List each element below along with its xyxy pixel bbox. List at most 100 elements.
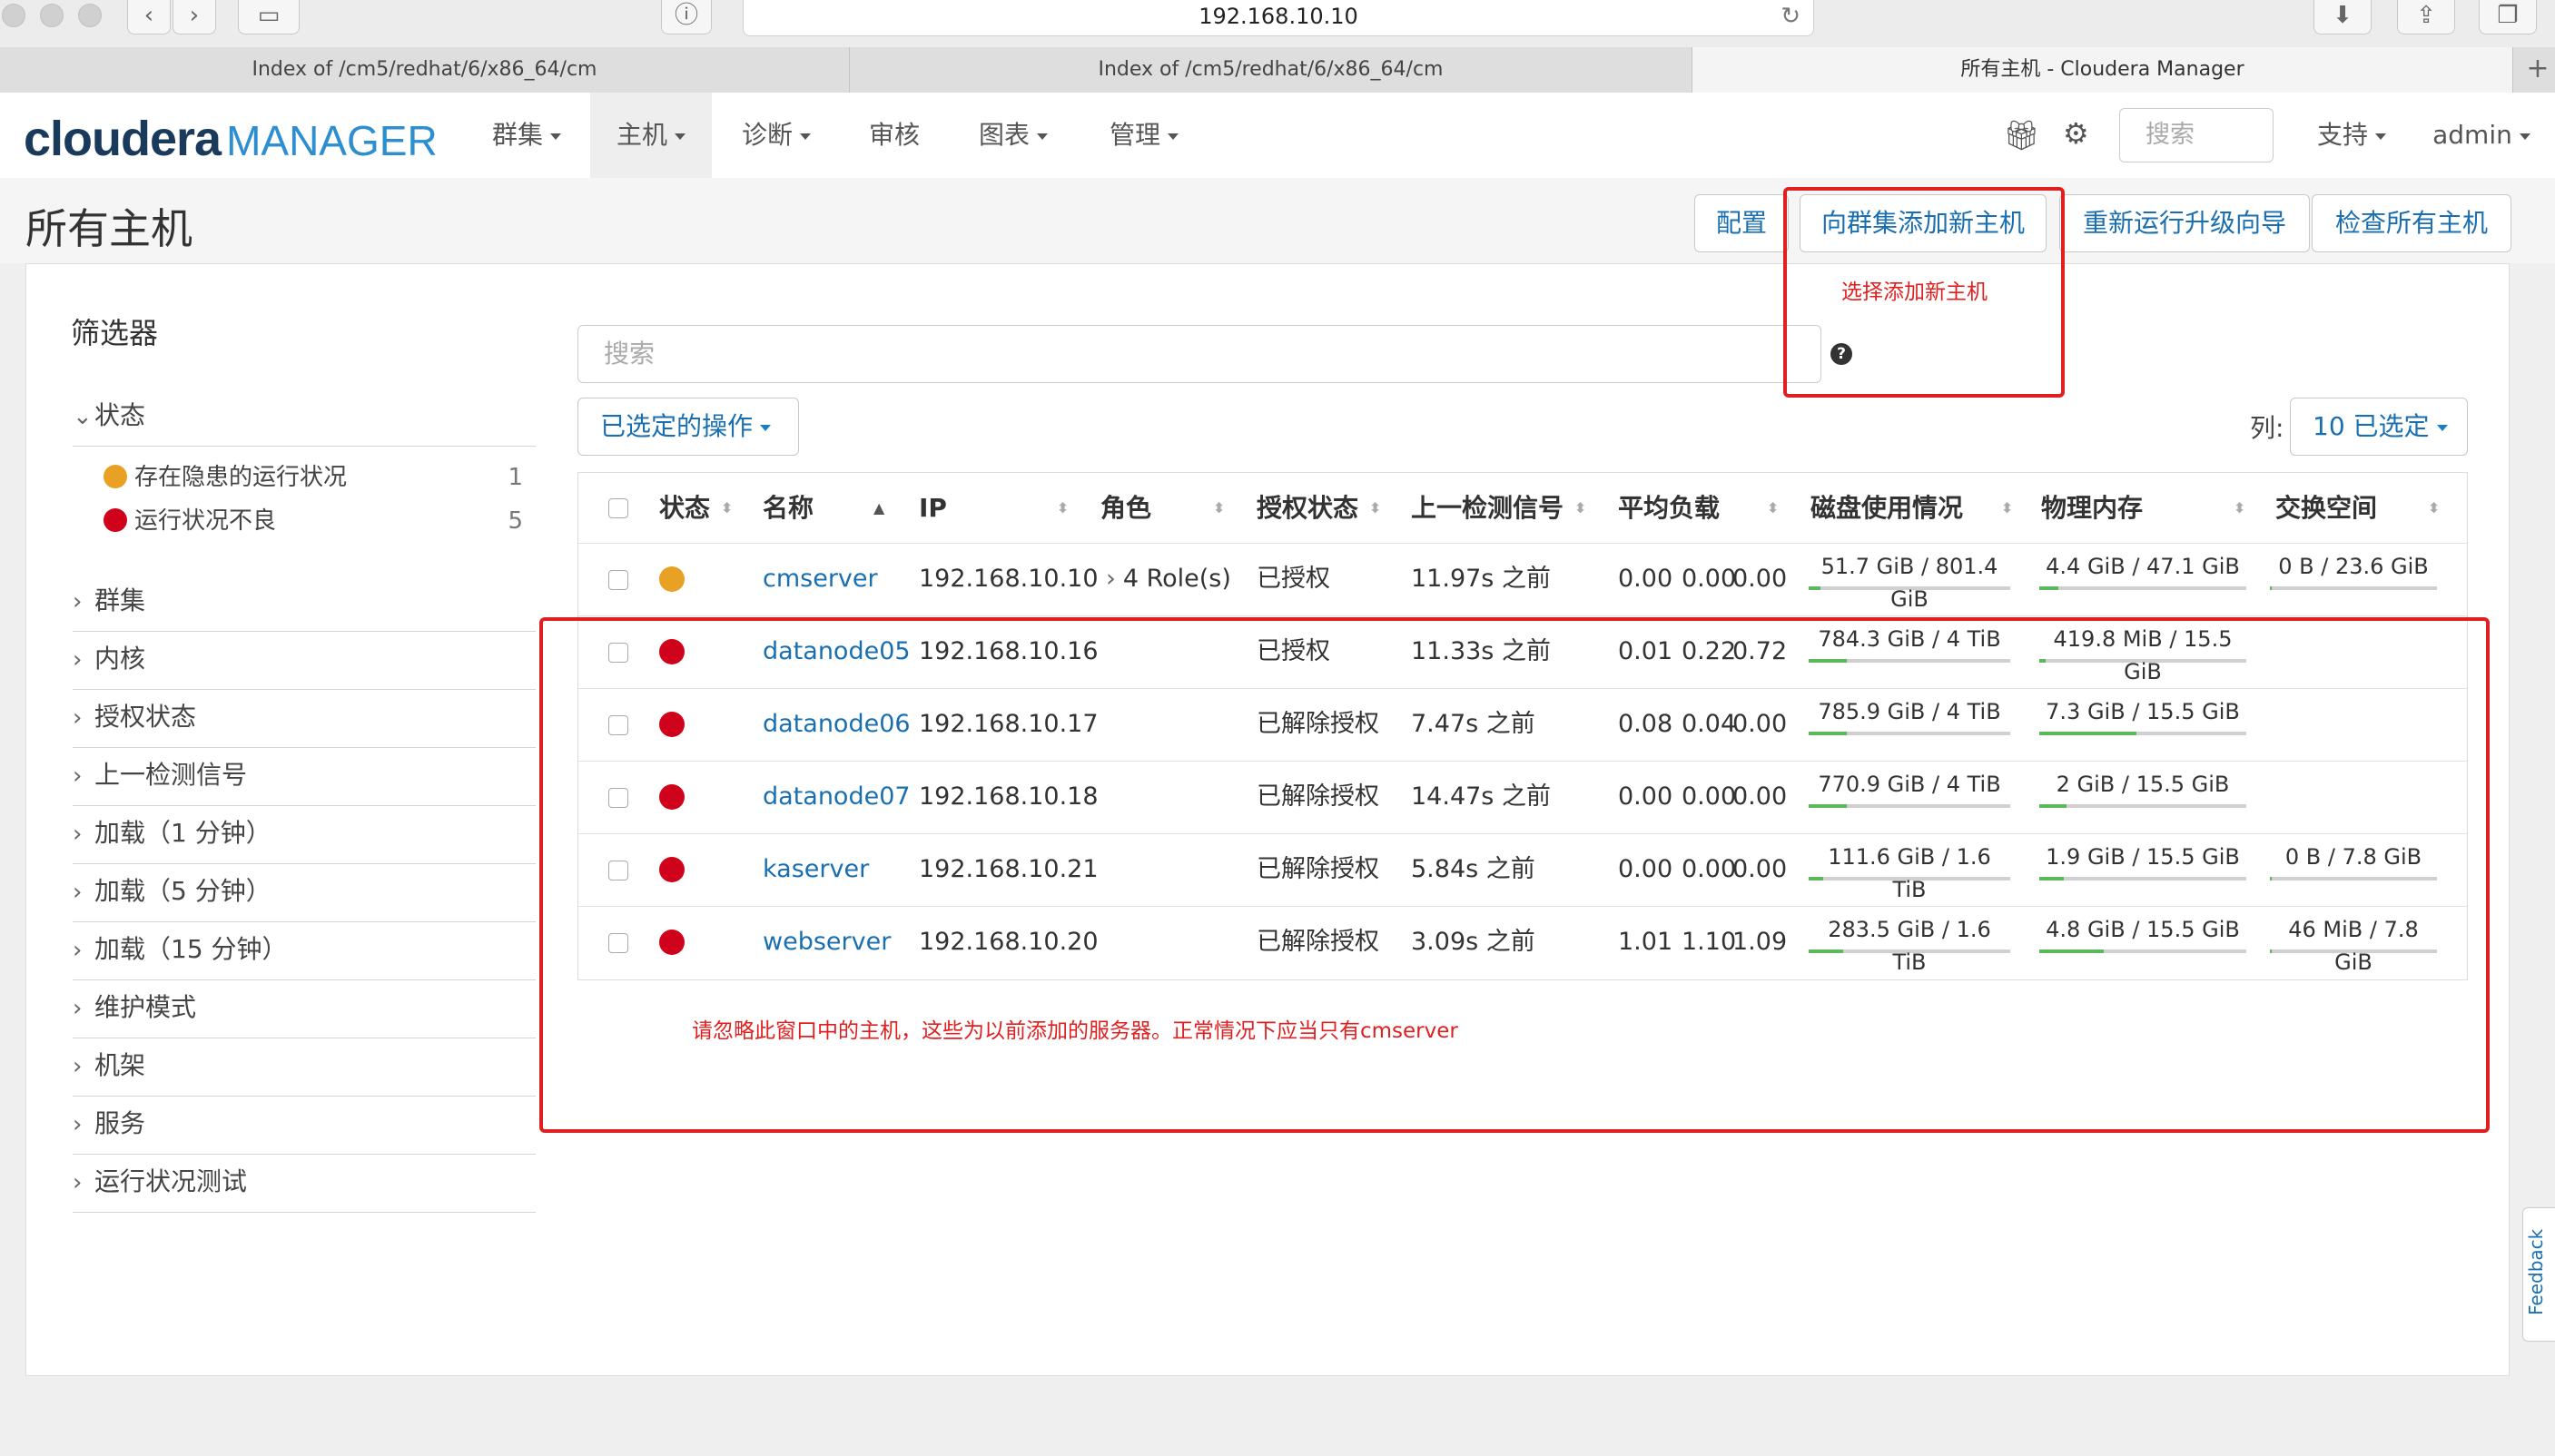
annotation-ignore-note: 请忽略此窗口中的主机，这些为以前添加的服务器。正常情况下应当只有cmserver [692,1019,1458,1043]
load-avg-1: 0.00 [1618,565,1673,593]
nav-admin[interactable]: 管理 [1088,93,1200,178]
share-icon[interactable]: ⇪ [2397,0,2455,34]
status-bad-icon [104,507,127,532]
chevron-right-icon: › [73,762,83,790]
nav-support[interactable]: 支持 [2297,93,2406,178]
heartbeat: 11.97s 之前 [1411,565,1551,593]
filter-group-auth-status[interactable]: › 授权状态 [73,690,536,748]
chevron-right-icon: › [73,704,83,732]
back-icon[interactable]: ‹ [127,0,171,34]
host-name-link[interactable]: cmserver [763,543,878,615]
col-header-name[interactable]: 名称 ▲ [763,476,899,541]
chevron-down-icon [2519,133,2530,140]
filter-status-header[interactable]: ⌄状态 [73,389,536,447]
filter-option-bad[interactable]: 运行状况不良 5 [104,499,536,543]
nav-diagnostics[interactable]: 诊断 [721,93,832,178]
col-header-roles[interactable]: 角色 ⬍ [1100,476,1237,541]
nav-hosts[interactable]: 主机 [590,93,712,178]
filter-group-label: 加载（15 分钟） [94,934,288,964]
col-header-label: 名称 [763,493,814,523]
window-close-button[interactable] [2,4,25,27]
privacy-icon[interactable]: ⓘ [661,0,712,34]
col-header-ip[interactable]: IP ⬍ [919,476,1073,541]
sort-icon: ⬍ [1057,499,1070,516]
sort-icon: ⬍ [2001,499,2014,516]
columns-dropdown[interactable]: 10 已选定 [2290,398,2468,456]
download-icon[interactable]: ⬇ [2313,0,2372,34]
inspect-all-hosts-button[interactable]: 检查所有主机 [2312,194,2511,252]
window-zoom-button[interactable] [78,4,102,27]
sort-icon: ⬍ [2234,499,2246,516]
filter-group-health-tests[interactable]: › 运行状况测试 [73,1155,536,1213]
sort-icon: ⬍ [1369,499,1382,516]
chevron-right-icon: › [73,879,83,906]
select-all-checkbox[interactable] [608,498,628,518]
chevron-right-icon: › [73,937,83,964]
chevron-right-icon: › [73,1111,83,1138]
browser-tab-active[interactable]: 所有主机 - Cloudera Manager [1692,47,2513,93]
config-button[interactable]: 配置 [1694,194,1789,252]
col-header-disk[interactable]: 磁盘使用情况 ⬍ [1810,476,2017,541]
roles-toggle[interactable]: › 4 Role(s) [1106,543,1231,615]
nav-search-input[interactable]: 搜索 [2119,108,2274,162]
cloudera-logo[interactable]: cloudera MANAGER [24,111,438,167]
nav-clusters[interactable]: 群集 [463,93,590,178]
browser-tab[interactable]: Index of /cm5/redhat/6/x86_64/cm [850,47,1692,93]
nav-user-label: admin [2432,120,2512,150]
forward-icon[interactable]: › [173,0,216,34]
col-header-heartbeat[interactable]: 上一检测信号 ⬍ [1411,476,1593,541]
col-header-label: 物理内存 [2041,493,2144,523]
feedback-tab[interactable]: Feedback [2522,1207,2555,1342]
col-header-auth[interactable]: 授权状态 ⬍ [1257,476,1387,541]
swap-usage-text: 0 B / 23.6 GiB [2278,554,2429,579]
filter-option-label: 运行状况不良 [134,507,277,535]
browser-tab[interactable]: Index of /cm5/redhat/6/x86_64/cm [0,47,850,93]
col-header-memory[interactable]: 物理内存 ⬍ [2041,476,2250,541]
col-header-status[interactable]: 状态 ⬍ [659,476,734,541]
running-commands-icon[interactable]: ⚙ [2063,116,2089,151]
filter-group-load15[interactable]: › 加载（15 分钟） [73,922,536,980]
sort-icon: ⬍ [721,499,734,516]
col-header-label: 角色 [1100,493,1152,523]
host-search-input[interactable]: 搜索 [577,325,1821,383]
sort-icon: ⬍ [1767,499,1780,516]
new-tab-button[interactable]: + [2520,47,2555,93]
nav-user-menu[interactable]: admin [2422,93,2540,178]
nav-admin-label: 管理 [1109,120,1160,150]
address-bar[interactable]: 192.168.10.10 ↻ [743,0,1814,36]
filter-group-rack[interactable]: › 机架 [73,1038,536,1097]
reload-icon[interactable]: ↻ [1781,0,1800,33]
col-header-swap[interactable]: 交换空间 ⬍ [2275,476,2442,541]
col-header-label: 状态 [659,493,711,523]
disk-usage-bar: 51.7 GiB / 801.4 GiB [1809,550,2010,612]
filter-group-clusters[interactable]: › 群集 [73,574,536,632]
sidebar-toggle-icon[interactable]: ▭ [238,0,300,34]
filter-option-concerning[interactable]: 存在隐患的运行状况 1 [104,456,536,499]
nav-charts[interactable]: 图表 [957,93,1070,178]
col-header-load[interactable]: 平均负载 ⬍ [1618,476,1781,541]
filter-group-label: 服务 [94,1108,146,1138]
chevron-down-icon [1168,133,1179,140]
filter-option-label: 存在隐患的运行状况 [134,464,348,491]
auth-status: 已授权 [1257,565,1330,593]
window-minimize-button[interactable] [40,4,64,27]
status-concerning-icon [104,464,127,488]
sort-icon: ⬍ [1213,499,1226,516]
roles-label: 4 Role(s) [1122,565,1231,593]
selected-actions-dropdown[interactable]: 已选定的操作 [577,398,799,456]
filter-group-services[interactable]: › 服务 [73,1097,536,1155]
rerun-upgrade-wizard-button[interactable]: 重新运行升级向导 [2059,194,2310,252]
col-header-label: 平均负载 [1618,493,1721,523]
row-checkbox[interactable] [608,570,628,590]
filter-group-kernel[interactable]: › 内核 [73,632,536,690]
filter-group-load5[interactable]: › 加载（5 分钟） [73,864,536,922]
chevron-down-icon [800,133,811,140]
gift-icon[interactable]: 🎁︎ [2003,118,2040,152]
filter-group-heartbeat[interactable]: › 上一检测信号 [73,748,536,806]
chevron-right-icon: › [73,1053,83,1080]
filter-group-load1[interactable]: › 加载（1 分钟） [73,806,536,864]
tabs-overview-icon[interactable]: ❐ [2479,0,2537,34]
memory-usage-bar: 4.4 GiB / 47.1 GiB [2039,550,2246,590]
nav-audits[interactable]: 审核 [853,93,935,178]
filter-group-maintenance[interactable]: › 维护模式 [73,980,536,1038]
